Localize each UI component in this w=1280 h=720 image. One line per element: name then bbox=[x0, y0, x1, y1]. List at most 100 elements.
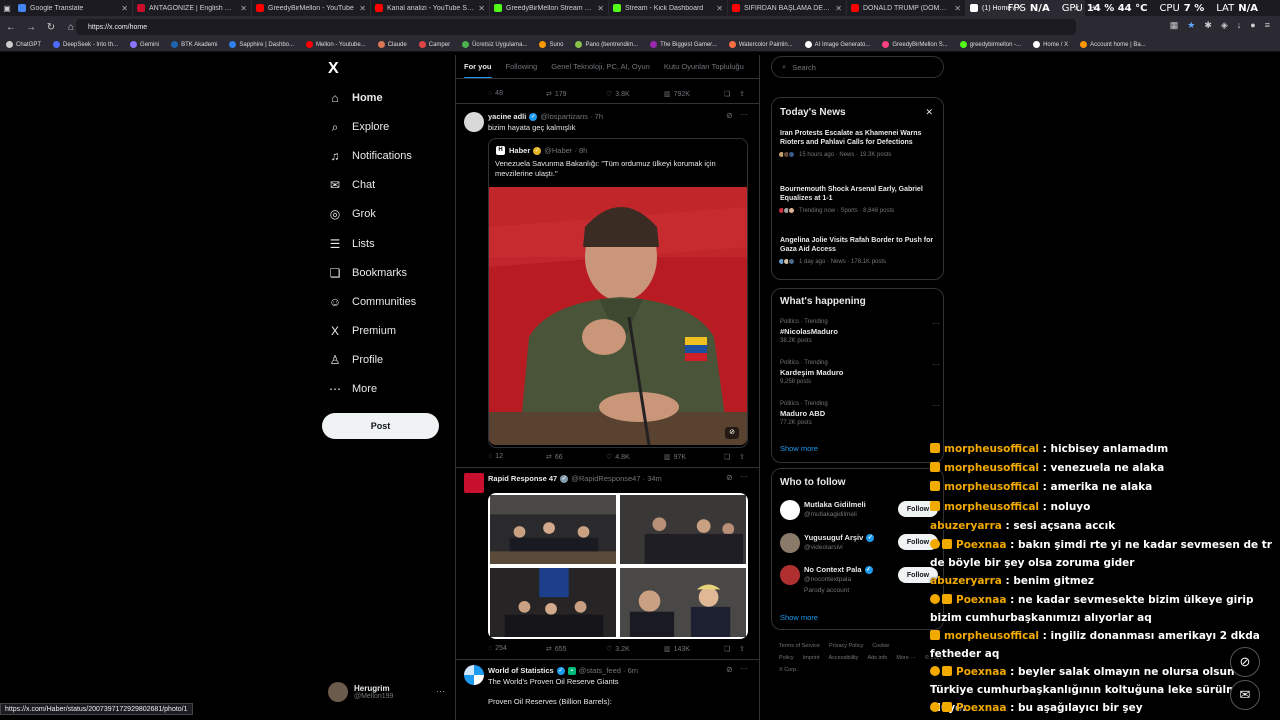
footer-link[interactable]: Privacy Policy bbox=[829, 643, 863, 649]
sidebar-item-profile[interactable]: ♙ Profile bbox=[328, 350, 384, 370]
browser-tab[interactable]: GreedyBirMellon Stream - Watch ✕ bbox=[490, 0, 609, 16]
star-icon[interactable]: ★ bbox=[1187, 20, 1195, 31]
browser-tab[interactable]: Google Translate ✕ bbox=[14, 0, 133, 16]
close-icon[interactable]: ✕ bbox=[835, 4, 842, 13]
bookmark-item[interactable]: The Biggest Gamer... bbox=[650, 41, 717, 48]
bookmark-item[interactable]: GreedyBirMellon S... bbox=[882, 41, 948, 48]
tab-3[interactable]: Kutu Oyunları Topluluğu bbox=[664, 62, 744, 71]
tab-1[interactable]: Following bbox=[506, 62, 538, 71]
like-action[interactable]: ♡ 4.8K bbox=[606, 453, 630, 462]
close-icon[interactable]: ✕ bbox=[359, 4, 366, 13]
share-action[interactable]: ⇪ bbox=[739, 90, 745, 98]
bookmark-item[interactable]: Camper bbox=[418, 41, 450, 48]
sidebar-item-explore[interactable]: ⌕ Explore bbox=[328, 117, 390, 137]
like-action[interactable]: ♡ 3.8K bbox=[606, 90, 630, 99]
grok-icon[interactable]: ⊘ bbox=[726, 665, 733, 674]
browser-tab[interactable]: SIFIRDAN BAŞLAMA DERSİ ? ( BU ✕ bbox=[728, 0, 847, 16]
more-dots-icon[interactable]: ··· bbox=[932, 319, 940, 328]
messages-float-icon[interactable]: ✉ bbox=[1230, 680, 1260, 710]
reply-action[interactable]: ◌ 48 bbox=[488, 90, 503, 97]
browser-tab[interactable]: GreedyBirMellon - YouTube ✕ bbox=[252, 0, 371, 16]
download-icon[interactable]: ↓ bbox=[1237, 20, 1242, 31]
sidebar-item-grok[interactable]: ◎ Grok bbox=[328, 204, 376, 224]
views-action[interactable]: ▥ 792K bbox=[664, 90, 690, 99]
bookmark-item[interactable]: greedybirmellon -... bbox=[959, 41, 1021, 48]
bookmark-item[interactable]: AI Image Generato... bbox=[804, 41, 870, 48]
bookmark-item[interactable]: Pano (bentrendim... bbox=[575, 41, 638, 48]
sidebar-item-home[interactable]: ⌂ Home bbox=[328, 88, 382, 108]
repost-action[interactable]: ⇄ 66 bbox=[546, 453, 563, 462]
bookmark-action[interactable]: ❏ bbox=[724, 453, 730, 461]
repost-action[interactable]: ⇄ 655 bbox=[546, 645, 567, 654]
bookmark-item[interactable]: Home / X bbox=[1033, 41, 1068, 48]
forward-icon[interactable]: → bbox=[26, 22, 36, 33]
news-item[interactable]: Angelina Jolie Visits Rafah Border to Pu… bbox=[778, 236, 938, 265]
browser-tab[interactable]: DONALD TRUMP (DOMBRA TRAP✕ bbox=[847, 0, 966, 16]
translate-icon[interactable]: ▦ bbox=[1170, 20, 1179, 31]
trend-item[interactable]: Politics · Trending #NicolasMaduro 38.2K p… bbox=[780, 319, 940, 344]
firefox-menu-icon[interactable]: ▣ bbox=[0, 4, 14, 13]
views-action[interactable]: ▥ 97K bbox=[664, 453, 686, 462]
close-icon[interactable]: ✕ bbox=[121, 4, 128, 13]
bookmark-item[interactable]: DeepSeek - Into th... bbox=[53, 41, 118, 48]
more-dots-icon[interactable]: ··· bbox=[436, 686, 445, 696]
bookmark-item[interactable]: Sapphire | Dashbo... bbox=[229, 41, 294, 48]
post-author[interactable]: yacine adli ✓ @lospartizans · 7h bbox=[488, 112, 603, 121]
share-action[interactable]: ⇪ bbox=[739, 645, 745, 653]
reply-action[interactable]: ◌ 12 bbox=[488, 453, 503, 460]
sidebar-item-lists[interactable]: ☰ Lists bbox=[328, 234, 375, 254]
post-image[interactable] bbox=[620, 495, 746, 564]
close-icon[interactable]: ✕ bbox=[925, 107, 933, 118]
sidebar-item-bookmarks[interactable]: ❏ Bookmarks bbox=[328, 263, 407, 283]
trend-item[interactable]: Politics · Trending Kardeşim Maduro 9,258 … bbox=[780, 360, 940, 385]
browser-tab[interactable]: ANTAGONIZE | English meaning - ✕ bbox=[133, 0, 252, 16]
like-action[interactable]: ♡ 3.2K bbox=[606, 645, 630, 654]
more-dots-icon[interactable]: ··· bbox=[932, 360, 940, 369]
grok-icon[interactable]: ⊘ bbox=[726, 473, 733, 482]
sidebar-item-notifications[interactable]: ♫ Notifications bbox=[328, 146, 412, 166]
back-icon[interactable]: ← bbox=[6, 22, 16, 33]
post-image[interactable] bbox=[490, 568, 616, 637]
bookmark-item[interactable]: Ücretsiz Uygulama... bbox=[462, 41, 527, 48]
show-more-link[interactable]: Show more bbox=[780, 613, 818, 622]
close-icon[interactable]: ✕ bbox=[716, 4, 723, 13]
news-item[interactable]: Bournemouth Shock Arsenal Early, Gabriel… bbox=[778, 185, 938, 214]
avatar[interactable] bbox=[464, 473, 484, 493]
bookmark-item[interactable]: ChatGPT bbox=[6, 41, 41, 48]
sidebar-item-more[interactable]: ⋯ More bbox=[328, 379, 377, 399]
close-icon[interactable]: ✕ bbox=[597, 4, 604, 13]
post-image[interactable]: ⊘ bbox=[489, 187, 747, 445]
bookmark-item[interactable]: Claude bbox=[377, 41, 407, 48]
footer-link[interactable]: More ··· bbox=[896, 655, 916, 661]
grok-image-icon[interactable]: ⊘ bbox=[725, 427, 739, 439]
post-image[interactable] bbox=[490, 495, 616, 564]
post-author[interactable]: World of Statistics ✓ ▪ @stats_feed · 6m bbox=[488, 666, 638, 675]
account-icon[interactable]: ● bbox=[1250, 20, 1255, 31]
more-dots-icon[interactable]: ··· bbox=[740, 110, 748, 119]
bookmark-item[interactable]: BTK Akademi bbox=[171, 41, 217, 48]
reply-action[interactable]: ◌ 254 bbox=[488, 645, 507, 652]
grok-float-icon[interactable]: ⊘ bbox=[1230, 647, 1260, 677]
bookmark-item[interactable]: Suno bbox=[539, 41, 563, 48]
bookmark-action[interactable]: ❏ bbox=[724, 645, 730, 653]
sidebar-item-premium[interactable]: X Premium bbox=[328, 321, 396, 341]
browser-tab[interactable]: Kanal analizi - YouTube Studio ✕ bbox=[371, 0, 490, 16]
reload-icon[interactable]: ↻ bbox=[46, 22, 56, 33]
shield-icon[interactable]: ◈ bbox=[1221, 20, 1228, 31]
address-bar[interactable]: https://x.com/home bbox=[76, 19, 1076, 35]
bookmark-item[interactable]: Mellon - Youtube... bbox=[306, 41, 366, 48]
search-input[interactable]: ⌕ Search bbox=[771, 56, 944, 78]
bookmark-action[interactable]: ❏ bbox=[724, 90, 730, 98]
browser-tab[interactable]: Stream - Kick Dashboard ✕ bbox=[609, 0, 728, 16]
post-author[interactable]: Rapid Response 47 ✓ @RapidResponse47 · 34m bbox=[488, 474, 662, 483]
share-action[interactable]: ⇪ bbox=[739, 453, 745, 461]
more-dots-icon[interactable]: ··· bbox=[740, 472, 748, 481]
menu-icon[interactable]: ≡ bbox=[1265, 20, 1270, 31]
bookmark-item[interactable]: Watercolor Paintin... bbox=[728, 41, 793, 48]
repost-action[interactable]: ⇄ 179 bbox=[546, 90, 567, 99]
bookmark-item[interactable]: Account home | Ba... bbox=[1080, 41, 1146, 48]
footer-link[interactable]: Imprint bbox=[803, 655, 820, 661]
tab-0[interactable]: For you bbox=[464, 62, 492, 78]
avatar[interactable] bbox=[464, 665, 484, 685]
tab-2[interactable]: Genel Teknoloji, PC, AI, Oyun bbox=[551, 62, 650, 71]
